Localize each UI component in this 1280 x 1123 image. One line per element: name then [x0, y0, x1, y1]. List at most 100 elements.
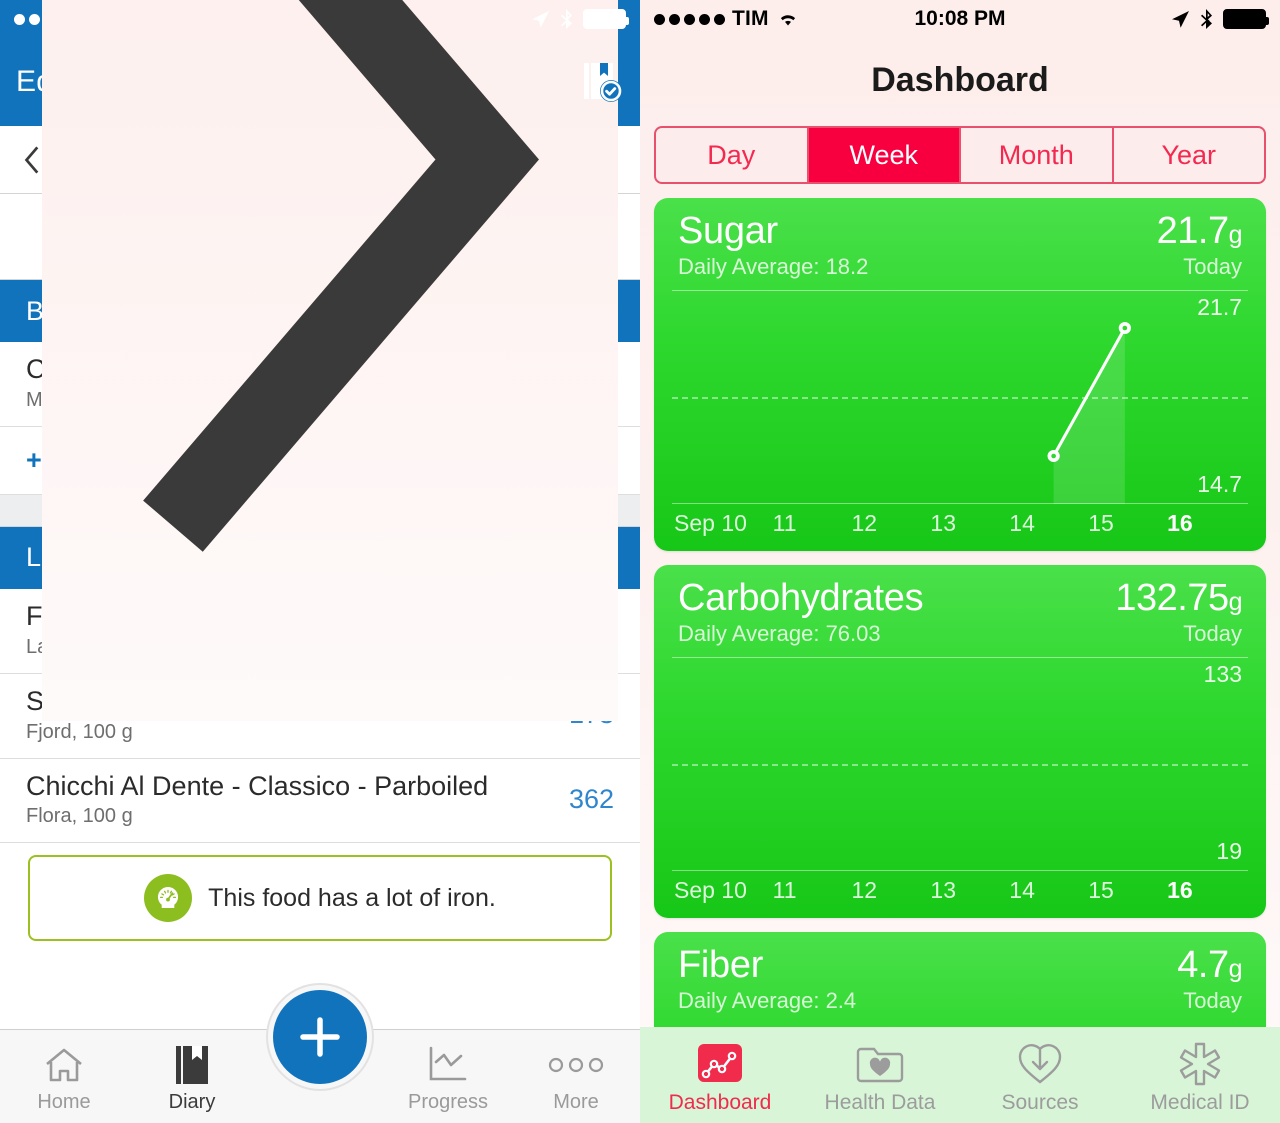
y-axis-max-label: 133 — [1203, 660, 1242, 687]
tab-diary[interactable]: Diary — [128, 1042, 256, 1114]
value-number: 132.75 — [1115, 576, 1229, 619]
card-current-value: 4.7g — [1177, 943, 1243, 986]
carrier-label: TIM — [732, 7, 769, 30]
home-icon — [0, 1042, 128, 1088]
grid-line-top — [672, 656, 1248, 658]
nutrition-callout[interactable]: This food has a lot of iron. — [28, 855, 612, 942]
add-entry-fab[interactable] — [268, 985, 372, 1089]
x-tick: 12 — [851, 876, 878, 903]
card-period: Today — [1183, 620, 1242, 646]
card-daily-average: Daily Average: 76.03 — [678, 620, 881, 646]
medical-asterisk-icon — [1120, 1037, 1280, 1089]
card-right: 21.7g Today — [1157, 211, 1243, 280]
data-point-sep-16-inner — [1122, 325, 1128, 331]
x-tick: 14 — [1009, 509, 1035, 536]
card-title: Carbohydrates — [678, 576, 924, 619]
food-calories: 362 — [568, 784, 614, 814]
tab-label: Home — [37, 1091, 91, 1113]
grid-line-mid-dashed — [672, 763, 1248, 766]
tab-progress[interactable]: Progress — [384, 1042, 512, 1114]
grid-line-bottom — [672, 869, 1248, 871]
myfitnesspal-diary-screen: TIM 10:08 PM Edit Diary Today 1,930 GOAL… — [0, 0, 640, 1123]
tab-label: More — [553, 1091, 599, 1113]
card-current-value: 21.7g — [1157, 211, 1243, 252]
value-unit: g — [1228, 954, 1243, 983]
segment-week[interactable]: Week — [808, 128, 961, 182]
x-tick: 13 — [930, 876, 956, 903]
segment-month[interactable]: Month — [961, 128, 1114, 182]
segment-day[interactable]: Day — [656, 128, 809, 182]
apple-health-dashboard-screen: TIM 10:08 PM Dashboard Day Week Month Ye… — [640, 0, 1280, 1123]
chevron-left-icon[interactable] — [22, 143, 42, 177]
line-chart-icon — [384, 1042, 512, 1088]
location-arrow-icon — [1172, 11, 1189, 28]
food-detail: Flora, 100 g — [26, 805, 133, 828]
card-left: Sugar Daily Average: 18.2 — [678, 211, 869, 280]
period-segmented-control[interactable]: Day Week Month Year — [654, 126, 1266, 184]
dashboard-title: Dashboard — [871, 60, 1049, 99]
chart-plot-area — [1047, 321, 1131, 504]
metric-card-carbohydrates[interactable]: Carbohydrates Daily Average: 76.03 132.7… — [654, 564, 1266, 918]
value-number: 4.7 — [1177, 943, 1229, 986]
tab-home[interactable]: Home — [0, 1042, 128, 1114]
location-arrow-icon — [532, 11, 549, 28]
nutrition-gauge-icon — [144, 874, 193, 923]
card-header: Fiber Daily Average: 2.4 4.7g Today — [654, 932, 1266, 1014]
tab-sources[interactable]: Sources — [960, 1037, 1120, 1115]
card-title: Fiber — [678, 943, 764, 986]
tab-health-data[interactable]: Health Data — [800, 1037, 960, 1115]
tab-label: Sources — [1001, 1091, 1079, 1114]
chevron-right-icon[interactable] — [41, 0, 618, 721]
signal-dots-icon — [654, 13, 725, 25]
card-daily-average: Daily Average: 18.2 — [678, 253, 869, 279]
status-bar-indicators — [529, 8, 629, 30]
tab-label: Diary — [168, 1091, 216, 1113]
x-tick: 15 — [1088, 509, 1114, 536]
complete-diary-button[interactable] — [580, 59, 624, 105]
x-tick: 15 — [1088, 876, 1114, 903]
card-right: 132.75g Today — [1115, 576, 1243, 647]
y-axis-min-label: 19 — [1216, 837, 1242, 864]
card-current-value: 132.75g — [1115, 576, 1243, 619]
fab-circle — [273, 990, 367, 1084]
folder-heart-icon — [800, 1037, 960, 1089]
food-info: Chicchi Al Dente - Classico - Parboiled … — [26, 771, 488, 829]
card-left: Fiber Daily Average: 2.4 — [678, 943, 856, 1014]
callout-text: This food has a lot of iron. — [208, 883, 496, 912]
carbohydrates-line-chart: 133 19 — [672, 656, 1248, 871]
value-unit: g — [1228, 587, 1243, 616]
tab-medical-id[interactable]: Medical ID — [1120, 1037, 1280, 1115]
plus-icon: + — [26, 444, 42, 475]
value-unit: g — [1228, 221, 1243, 249]
tab-label: Dashboard — [668, 1091, 772, 1114]
tab-more[interactable]: More — [512, 1042, 640, 1114]
x-tick: 13 — [930, 509, 956, 536]
x-tick: 11 — [772, 876, 797, 903]
card-header: Carbohydrates Daily Average: 76.03 132.7… — [654, 565, 1266, 647]
card-right: 4.7g Today — [1177, 943, 1243, 1014]
tab-dashboard[interactable]: Dashboard — [640, 1037, 800, 1115]
x-tick: Sep 10 — [674, 509, 747, 536]
dashboard-cards: Sugar Daily Average: 18.2 21.7g Today 21… — [640, 184, 1280, 1123]
plus-icon — [300, 1017, 340, 1057]
sugar-x-axis: Sep 10 11 12 13 14 15 16 — [654, 504, 1266, 551]
ellipsis-icon — [512, 1042, 640, 1088]
battery-icon — [1223, 9, 1269, 29]
metric-card-sugar[interactable]: Sugar Daily Average: 18.2 21.7g Today 21… — [654, 198, 1266, 551]
area-fill — [1053, 327, 1125, 504]
dual-screenshot: TIM 10:08 PM Edit Diary Today 1,930 GOAL… — [0, 0, 1280, 1123]
wifi-icon — [780, 15, 795, 26]
segment-year[interactable]: Year — [1114, 128, 1265, 182]
card-left: Carbohydrates Daily Average: 76.03 — [678, 576, 924, 647]
bluetooth-icon — [561, 9, 572, 29]
tab-label: Health Data — [824, 1091, 936, 1114]
status-bar-indicators — [1169, 8, 1269, 30]
heart-download-icon — [960, 1037, 1120, 1089]
x-tick: Sep 10 — [674, 876, 747, 903]
date-navigator: Today — [0, 0, 640, 721]
table-row[interactable]: Chicchi Al Dente - Classico - Parboiled … — [0, 758, 640, 844]
tab-label: Medical ID — [1150, 1091, 1250, 1114]
card-header: Sugar Daily Average: 18.2 21.7g Today — [654, 198, 1266, 280]
health-chart-icon — [640, 1037, 800, 1089]
bottom-tabbar-right: Dashboard Health Data Sources Medical ID — [640, 1027, 1280, 1123]
